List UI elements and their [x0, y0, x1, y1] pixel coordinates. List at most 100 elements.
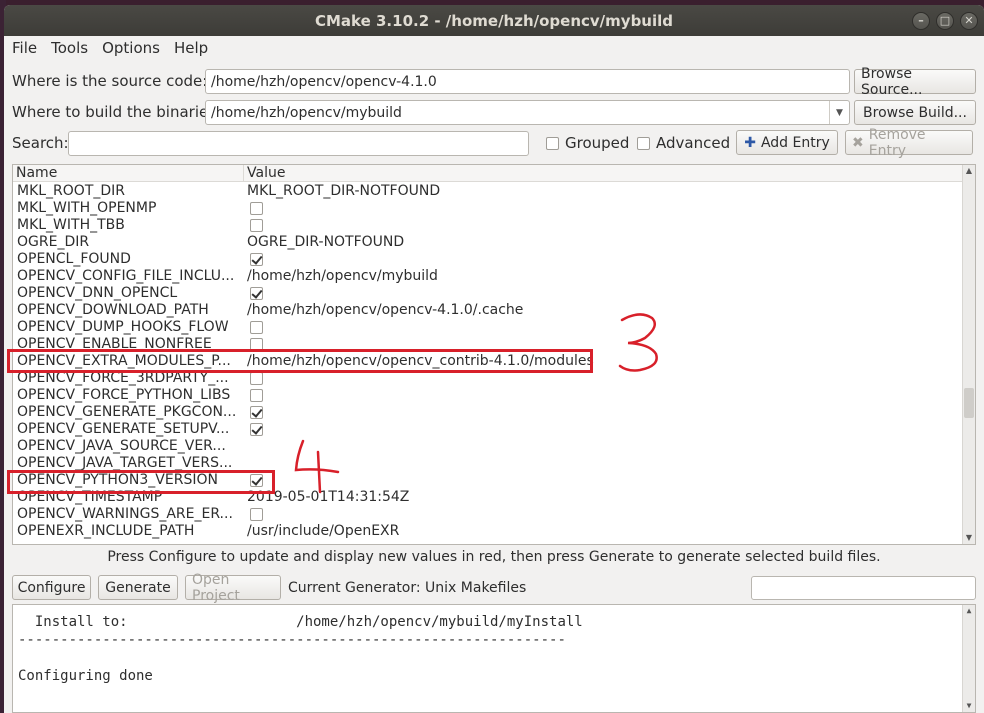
unchecked-checkbox[interactable]: [250, 508, 263, 521]
table-row[interactable]: OPENCL_FOUND: [13, 251, 963, 268]
plus-icon: ✚: [744, 134, 756, 151]
scrollbar-thumb[interactable]: [964, 388, 974, 418]
chevron-down-icon[interactable]: ▼: [829, 101, 849, 124]
output-search-field[interactable]: [751, 576, 976, 600]
table-row[interactable]: OPENCV_DUMP_HOOKS_FLOW: [13, 319, 963, 336]
table-row[interactable]: OPENCV_CONFIG_FILE_INCLU... /home/hzh/ope…: [13, 268, 963, 285]
checked-checkbox[interactable]: [250, 287, 263, 300]
checked-checkbox[interactable]: [250, 423, 263, 436]
unchecked-checkbox[interactable]: [250, 202, 263, 215]
configure-button[interactable]: Configure: [12, 575, 91, 600]
entry-name: OPENCV_GENERATE_SETUPV...: [17, 421, 230, 437]
grouped-label: Grouped: [565, 134, 630, 152]
unchecked-checkbox[interactable]: [250, 321, 263, 334]
entry-name: OPENCV_WARNINGS_ARE_ER...: [17, 506, 233, 522]
menu-bar: File Tools Options Help: [4, 36, 222, 60]
column-header-name[interactable]: Name: [13, 165, 244, 182]
entry-name: OPENCV_FORCE_PYTHON_LIBS: [17, 387, 231, 403]
table-row[interactable]: OPENCV_DNN_OPENCL: [13, 285, 963, 302]
advanced-toggle[interactable]: Advanced: [637, 130, 730, 156]
unchecked-checkbox[interactable]: [250, 389, 263, 402]
table-row[interactable]: MKL_WITH_TBB: [13, 217, 963, 234]
close-icon[interactable]: ✕: [960, 12, 978, 30]
add-entry-label: Add Entry: [760, 134, 830, 151]
output-line: ----------------------------------------…: [18, 632, 566, 648]
entry-name: MKL_ROOT_DIR: [17, 183, 126, 199]
entry-value[interactable]: /home/hzh/opencv/opencv-4.1.0/.cache: [247, 302, 523, 319]
entry-value[interactable]: /usr/include/OpenEXR: [247, 523, 399, 540]
output-log: Install to: /home/hzh/opencv/mybuild/myI…: [12, 604, 976, 713]
annotation-box-extra-modules: [7, 349, 593, 373]
table-header: Name Value: [13, 165, 963, 182]
table-row[interactable]: OGRE_DIR OGRE_DIR-NOTFOUND: [13, 234, 963, 251]
table-row[interactable]: OPENCV_GENERATE_PKGCON...: [13, 404, 963, 421]
entry-name: OPENCV_GENERATE_PKGCON...: [17, 404, 237, 420]
table-scrollbar[interactable]: ▲ ▼: [962, 165, 975, 544]
menu-file[interactable]: File: [12, 39, 37, 57]
output-line: Configuring done: [18, 668, 153, 684]
table-row[interactable]: OPENCV_FORCE_PYTHON_LIBS: [13, 387, 963, 404]
table-row[interactable]: OPENEXR_INCLUDE_PATH/usr/include/OpenEXR: [13, 523, 963, 540]
search-label: Search:: [12, 134, 69, 152]
build-path-combo[interactable]: /home/hzh/opencv/mybuild ▼: [205, 100, 850, 125]
build-label: Where to build the binaries:: [12, 103, 222, 121]
entry-value[interactable]: /home/hzh/opencv/mybuild: [247, 268, 438, 285]
source-path-value: /home/hzh/opencv/opencv-4.1.0: [211, 73, 437, 90]
browse-build-button[interactable]: Browse Build...: [854, 100, 976, 125]
advanced-checkbox[interactable]: [637, 136, 650, 150]
entry-value[interactable]: MKL_ROOT_DIR-NOTFOUND: [247, 183, 440, 200]
scroll-down-icon[interactable]: ▼: [963, 532, 975, 544]
scroll-down-icon[interactable]: ▼: [963, 700, 975, 712]
current-generator: Current Generator: Unix Makefiles: [288, 580, 527, 596]
remove-entry-label: Remove Entry: [868, 126, 926, 159]
checked-checkbox[interactable]: [250, 253, 263, 266]
configure-hint: Press Configure to update and display ne…: [107, 549, 881, 565]
scroll-up-icon[interactable]: ▲: [963, 605, 975, 617]
add-entry-button[interactable]: ✚ Add Entry: [736, 130, 838, 155]
maximize-icon[interactable]: □: [936, 12, 954, 30]
generate-button[interactable]: Generate: [98, 575, 178, 600]
output-line: Install to: /home/hzh/opencv/mybuild/myI…: [18, 614, 583, 630]
entry-name: MKL_WITH_OPENMP: [17, 200, 157, 216]
source-label: Where is the source code:: [12, 72, 208, 90]
annotation-box-python3-version: [7, 470, 275, 494]
advanced-label: Advanced: [656, 134, 731, 152]
table-row[interactable]: OPENCV_WARNINGS_ARE_ER...: [13, 506, 963, 523]
checked-checkbox[interactable]: [250, 406, 263, 419]
entry-value[interactable]: OGRE_DIR-NOTFOUND: [247, 234, 404, 251]
browse-source-button[interactable]: Browse Source...: [854, 66, 976, 98]
remove-icon: ✖: [852, 134, 864, 151]
unchecked-checkbox[interactable]: [250, 372, 263, 385]
grouped-checkbox[interactable]: [546, 136, 559, 150]
entry-name: OGRE_DIR: [17, 234, 90, 250]
table-row[interactable]: OPENCV_JAVA_SOURCE_VER...: [13, 438, 963, 455]
table-row[interactable]: OPENCV_GENERATE_SETUPV...: [13, 421, 963, 438]
menu-options[interactable]: Options: [102, 39, 160, 57]
menu-help[interactable]: Help: [174, 39, 208, 57]
table-row[interactable]: MKL_WITH_OPENMP: [13, 200, 963, 217]
window-title: CMake 3.10.2 - /home/hzh/opencv/mybuild: [314, 11, 674, 30]
entry-name: OPENEXR_INCLUDE_PATH: [17, 523, 195, 539]
menu-tools[interactable]: Tools: [51, 39, 88, 57]
entry-name: OPENCL_FOUND: [17, 251, 131, 267]
table-row[interactable]: MKL_ROOT_DIR MKL_ROOT_DIR-NOTFOUND: [13, 183, 963, 200]
entry-name: OPENCV_JAVA_SOURCE_VER...: [17, 438, 226, 454]
entry-name: OPENCV_DNN_OPENCL: [17, 285, 178, 301]
grouped-toggle[interactable]: Grouped: [546, 130, 629, 156]
column-header-value[interactable]: Value: [244, 165, 285, 182]
entry-name: MKL_WITH_TBB: [17, 217, 125, 233]
output-scrollbar[interactable]: ▲ ▼: [962, 605, 975, 712]
entry-name: OPENCV_DUMP_HOOKS_FLOW: [17, 319, 229, 335]
unchecked-checkbox[interactable]: [250, 219, 263, 232]
scroll-up-icon[interactable]: ▲: [963, 165, 975, 177]
table-row[interactable]: OPENCV_DOWNLOAD_PATH/home/hzh/opencv/ope…: [13, 302, 963, 319]
source-path-field[interactable]: /home/hzh/opencv/opencv-4.1.0: [205, 69, 850, 94]
title-bar: CMake 3.10.2 - /home/hzh/opencv/mybuild …: [4, 5, 984, 36]
entry-name: OPENCV_CONFIG_FILE_INCLU...: [17, 268, 235, 284]
minimize-icon[interactable]: –: [912, 12, 930, 30]
open-project-button[interactable]: Open Project: [185, 572, 281, 604]
search-input[interactable]: [68, 131, 529, 156]
remove-entry-button[interactable]: ✖ Remove Entry: [845, 127, 973, 159]
entry-name: OPENCV_DOWNLOAD_PATH: [17, 302, 209, 318]
build-path-value: /home/hzh/opencv/mybuild: [211, 104, 402, 121]
